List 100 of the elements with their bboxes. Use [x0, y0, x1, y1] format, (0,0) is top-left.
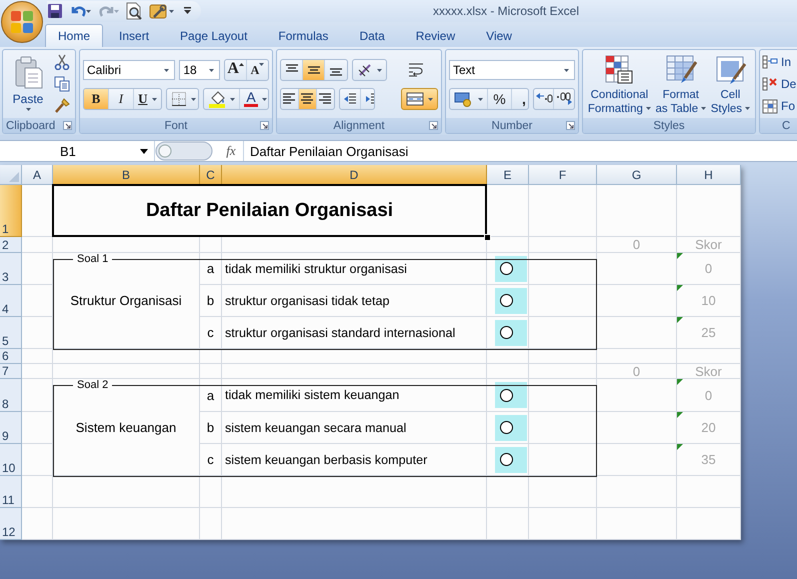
sheet-cell[interactable]: [487, 508, 529, 540]
sheet-cell[interactable]: [597, 379, 677, 412]
radio-button[interactable]: [500, 453, 513, 466]
save-icon[interactable]: [47, 3, 63, 19]
merge-center-button[interactable]: [401, 88, 438, 110]
wrench-icon[interactable]: [149, 2, 177, 20]
sheet-cell[interactable]: [529, 379, 597, 412]
sheet-cell[interactable]: [53, 476, 200, 508]
formula-field[interactable]: Daftar Penilaian Organisasi: [243, 141, 797, 161]
sheet-cell[interactable]: [597, 444, 677, 476]
fill-handle[interactable]: [484, 234, 491, 241]
row-header[interactable]: 2: [0, 237, 22, 253]
column-header[interactable]: F: [529, 165, 597, 185]
sheet-cell[interactable]: [529, 237, 597, 253]
row-header[interactable]: 11: [0, 476, 22, 508]
ribbon-tab[interactable]: Insert: [104, 24, 164, 47]
sheet-cell[interactable]: [677, 185, 741, 237]
sheet-cell[interactable]: [597, 253, 677, 285]
sheet-cell[interactable]: [597, 285, 677, 317]
radio-button[interactable]: [500, 294, 513, 307]
print-preview-icon[interactable]: [125, 2, 143, 20]
font-name-field[interactable]: Calibri: [83, 60, 176, 80]
sheet-cell[interactable]: [487, 476, 529, 508]
insert-button[interactable]: In: [762, 52, 797, 72]
dropdown-icon[interactable]: [183, 6, 193, 16]
sheet-cell[interactable]: [22, 364, 53, 379]
dialog-launcher-icon[interactable]: [566, 121, 575, 130]
brush-icon[interactable]: [54, 98, 70, 114]
sheet-cell[interactable]: [487, 349, 529, 364]
sheet-cell[interactable]: [53, 508, 200, 540]
sheet-cell[interactable]: [487, 237, 529, 253]
row-header[interactable]: 6: [0, 349, 22, 364]
row-header[interactable]: 1: [0, 185, 22, 237]
sheet-cell[interactable]: [22, 237, 53, 253]
shrink-font-button[interactable]: A: [246, 60, 268, 80]
sheet-cell[interactable]: [529, 349, 597, 364]
sheet-cell[interactable]: [200, 349, 222, 364]
sheet-cell[interactable]: [22, 412, 53, 444]
underline-button[interactable]: U: [134, 89, 161, 109]
sheet-cell[interactable]: [597, 412, 677, 444]
sheet-cell[interactable]: [529, 185, 597, 237]
sheet-cell[interactable]: [222, 476, 487, 508]
sheet-cell[interactable]: [597, 508, 677, 540]
sheet-cell[interactable]: [597, 317, 677, 349]
ribbon-tab[interactable]: Formulas: [263, 24, 344, 47]
column-header[interactable]: C: [200, 165, 222, 185]
row-header[interactable]: 9: [0, 412, 22, 444]
office-button[interactable]: [1, 1, 43, 43]
row-header[interactable]: 10: [0, 444, 22, 476]
sheet-cell[interactable]: [53, 364, 200, 379]
cell-styles-button[interactable]: Cell Styles: [708, 54, 753, 118]
dialog-launcher-icon[interactable]: [260, 121, 269, 130]
sheet-cell[interactable]: [677, 508, 741, 540]
row-header[interactable]: 5: [0, 317, 22, 349]
radio-button[interactable]: [500, 262, 513, 275]
cut-icon[interactable]: [54, 54, 70, 70]
sheet-cell[interactable]: [200, 237, 222, 253]
sheet-cell[interactable]: [22, 476, 53, 508]
dialog-launcher-icon[interactable]: [63, 121, 72, 130]
column-header[interactable]: H: [677, 165, 741, 185]
sheet-cell[interactable]: [22, 317, 53, 349]
resize-handle-icon[interactable]: [155, 141, 213, 161]
sheet-cell[interactable]: [22, 508, 53, 540]
sheet-cell[interactable]: [200, 364, 222, 379]
comma-button[interactable]: ,: [512, 89, 528, 109]
row-header[interactable]: 4: [0, 285, 22, 317]
sheet-cell[interactable]: [597, 349, 677, 364]
sheet-cell[interactable]: [22, 285, 53, 317]
sheet-cell[interactable]: [222, 364, 487, 379]
row-header[interactable]: 7: [0, 364, 22, 379]
sheet-cell[interactable]: [677, 476, 741, 508]
dialog-launcher-icon[interactable]: [429, 121, 438, 130]
font-size-field[interactable]: 18: [179, 60, 220, 80]
sheet-cell[interactable]: [597, 476, 677, 508]
row-header[interactable]: 8: [0, 379, 22, 412]
sheet-cell[interactable]: [200, 508, 222, 540]
sheet-cell[interactable]: [529, 364, 597, 379]
column-header[interactable]: A: [22, 165, 53, 185]
sheet-cell[interactable]: [529, 476, 597, 508]
sheet-cell[interactable]: [53, 237, 200, 253]
ribbon-tab[interactable]: Review: [400, 24, 470, 47]
sheet-cell[interactable]: [200, 476, 222, 508]
column-header[interactable]: E: [487, 165, 529, 185]
sheet-cell[interactable]: [22, 253, 53, 285]
sheet-cell[interactable]: [487, 364, 529, 379]
bold-button[interactable]: B: [84, 89, 109, 109]
sheet-cell[interactable]: [22, 444, 53, 476]
ribbon-tab[interactable]: Home: [45, 24, 104, 47]
radio-button[interactable]: [500, 421, 513, 434]
format-as-table-button[interactable]: Format as Table: [656, 54, 706, 118]
sheet-cell[interactable]: [677, 349, 741, 364]
align-middle-button[interactable]: [303, 60, 325, 80]
align-center-button[interactable]: [298, 89, 317, 109]
conditional-formatting-button[interactable]: Conditional Formatting: [585, 54, 654, 118]
sheet-cell[interactable]: [529, 253, 597, 285]
increase-decimal-button[interactable]: [534, 89, 554, 109]
sheet-cell[interactable]: [22, 349, 53, 364]
paste-button[interactable]: Paste: [8, 52, 48, 118]
column-header[interactable]: B: [53, 165, 200, 185]
radio-button[interactable]: [500, 326, 513, 339]
